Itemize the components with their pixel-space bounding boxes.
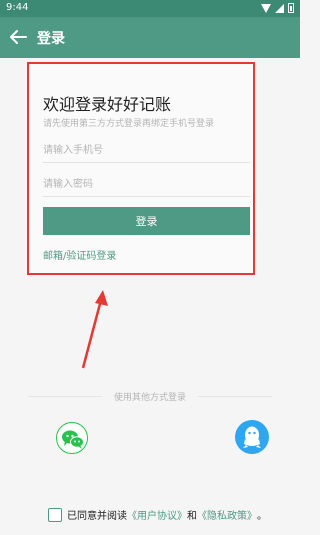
login-hint: 请先使用第三方方式登录再绑定手机号登录 [43,119,215,129]
status-bar: 9:44 [0,0,300,17]
qq-login-button[interactable] [235,420,269,454]
login-form: 欢迎登录好好记账 请先使用第三方方式登录再绑定手机号登录 登录 邮箱/验证码登录 [27,62,255,275]
divider-right [198,396,272,397]
agreement-suffix: 。 [257,511,267,522]
status-icons [261,3,294,13]
app-bar: 登录 [0,17,300,58]
status-time: 9:44 [6,2,29,13]
agreement-and: 和 [187,511,197,522]
annotation-arrow-icon [81,290,108,369]
user-agreement-link[interactable]: 《用户协议》 [127,507,187,522]
wechat-login-button[interactable] [56,422,88,454]
signal-icon [275,3,284,13]
email-code-login-link[interactable]: 邮箱/验证码登录 [43,247,116,262]
phone-input[interactable] [43,139,250,163]
battery-icon [288,3,294,13]
back-arrow-icon[interactable] [8,26,28,48]
agreement-row: 已同意并阅读 《用户协议》 和 《隐私政策》 。 [48,507,267,522]
wifi-icon [261,3,271,13]
agreement-checkbox[interactable] [48,507,62,522]
login-button[interactable]: 登录 [43,207,250,235]
qq-icon [243,426,261,448]
page-title: 登录 [37,31,65,47]
privacy-policy-link[interactable]: 《隐私政策》 [197,507,257,522]
wechat-icon [62,430,84,449]
welcome-heading: 欢迎登录好好记账 [43,95,172,114]
agreement-prefix: 已同意并阅读 [67,511,127,522]
password-input[interactable] [43,173,250,197]
